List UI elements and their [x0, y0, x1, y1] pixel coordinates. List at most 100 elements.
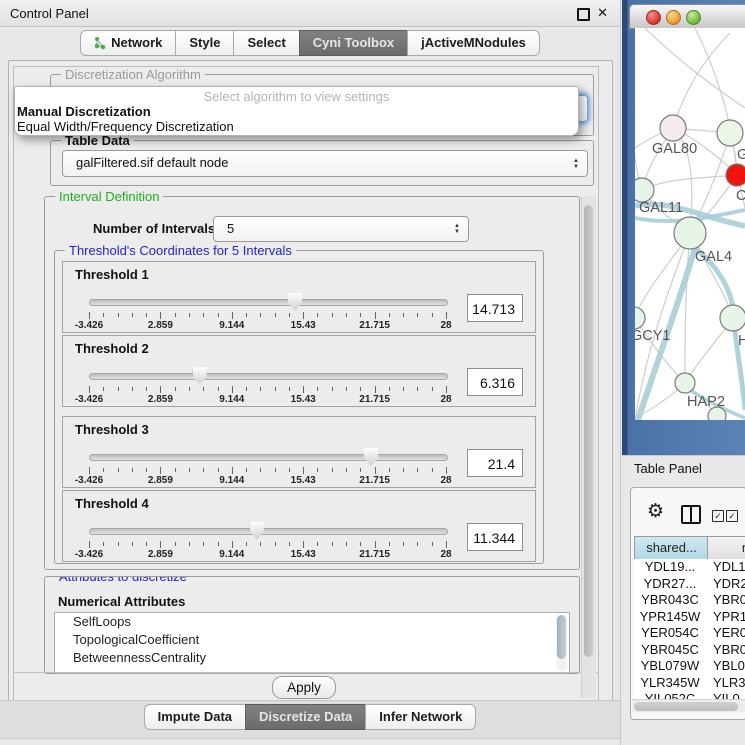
tab-cyni-toolbox[interactable]: Cyni Toolbox [299, 30, 408, 56]
slider-track[interactable] [89, 454, 448, 461]
slider-thumb[interactable] [250, 522, 264, 540]
tick [146, 542, 147, 546]
table-data-combobox[interactable]: galFiltered.sif default node ▲▼ [62, 150, 588, 177]
threshold-slider-2[interactable]: -3.4262.8599.14415.4321.71528 [89, 366, 446, 404]
tick [332, 542, 333, 546]
threshold-value-field[interactable]: 14.713 [467, 294, 523, 322]
tick [189, 542, 190, 546]
network-node-hap2[interactable] [675, 373, 695, 393]
table-rows: YDL19...YDL1YDR27...YDR2YBR043CYBR0YPR14… [634, 559, 745, 699]
slider-thumb[interactable] [288, 293, 302, 311]
table-row[interactable]: YBR043CYBR0 [634, 592, 745, 609]
list-scrollbar-thumb[interactable] [557, 615, 566, 659]
number-of-intervals-combobox[interactable]: 5 ▲▼ [213, 216, 469, 242]
threshold-value-field[interactable]: 11.344 [467, 523, 523, 551]
tab-select[interactable]: Select [233, 30, 299, 56]
network-node-h[interactable] [720, 305, 745, 331]
tick [160, 467, 161, 474]
tick-label: 15.43 [291, 475, 316, 486]
mac-minimize-button[interactable] [666, 10, 681, 25]
slider-thumb[interactable] [193, 367, 207, 385]
slider-track[interactable] [89, 528, 448, 535]
network-node-gcy1[interactable] [635, 307, 645, 329]
tick [289, 542, 290, 546]
tab-infer-network[interactable]: Infer Network [365, 704, 476, 730]
cell-name: YPR1 [713, 609, 745, 626]
tab-jactivemnodules[interactable]: jActiveMNodules [407, 30, 540, 56]
slider-ticks [89, 541, 446, 549]
mac-close-button[interactable] [646, 10, 661, 25]
horizontal-scrollbar[interactable] [632, 699, 745, 712]
tick [160, 312, 161, 319]
network-window-titlebar[interactable] [629, 4, 745, 29]
tick [218, 468, 219, 472]
panel-scrollbar-thumb[interactable] [584, 205, 593, 657]
slider-track[interactable] [89, 373, 448, 380]
column-header-name[interactable]: n [707, 536, 745, 560]
network-node-c[interactable] [726, 164, 745, 186]
tick [289, 387, 290, 391]
horizontal-scrollbar-thumb[interactable] [634, 702, 738, 711]
network-node-ga[interactable] [717, 120, 743, 146]
attributes-group-title: Attributes to discretize [55, 576, 191, 584]
checkbox-icon[interactable]: ✓ [726, 510, 738, 522]
tab-network[interactable]: Network [80, 30, 176, 56]
slider-track[interactable] [89, 299, 448, 306]
tab-style[interactable]: Style [175, 30, 234, 56]
apply-button[interactable]: Apply [272, 676, 336, 699]
tick [203, 542, 204, 546]
column-header-shared[interactable]: shared... [634, 536, 709, 560]
cell-shared-name: YLR345W [634, 675, 706, 692]
list-scrollbar[interactable] [556, 615, 567, 671]
table-row[interactable]: YBL079WYBL0 [634, 658, 745, 675]
dropdown-placeholder: Select algorithm to view settings [15, 87, 578, 104]
tab-impute-data[interactable]: Impute Data [144, 704, 246, 730]
gear-icon[interactable]: ⚙ [647, 500, 664, 523]
table-row[interactable]: YPR145WYPR1 [634, 609, 745, 626]
tab-discretize-data[interactable]: Discretize Data [245, 704, 366, 730]
threshold-value-field[interactable]: 21.4 [467, 449, 523, 477]
table-row[interactable]: YLR345WYLR3 [634, 675, 745, 692]
network-node-gal11[interactable] [635, 178, 654, 202]
table-row[interactable]: YDL19...YDL1 [634, 559, 745, 576]
tick [232, 467, 233, 474]
list-item-topologicalcoefficient[interactable]: TopologicalCoefficient [55, 631, 569, 649]
float-window-icon[interactable] [577, 8, 590, 21]
tick-label: -3.426 [75, 394, 103, 405]
panel-scrollbar[interactable] [581, 196, 596, 698]
column-view-icon[interactable] [681, 505, 701, 524]
table-row[interactable]: YDR27...YDR2 [634, 576, 745, 593]
threshold-value-field[interactable]: 6.316 [467, 368, 523, 396]
threshold-slider-1[interactable]: -3.4262.8599.14415.4321.71528 [89, 292, 446, 330]
mac-zoom-button[interactable] [686, 10, 701, 25]
dropdown-item-equal-width-frequency-discretization[interactable]: Equal Width/Frequency Discretization [15, 119, 578, 134]
tick-label: 9.144 [219, 320, 244, 331]
threshold-panel-2: Threshold 2-3.4262.8599.14415.4321.71528… [62, 335, 536, 407]
slider-thumb[interactable] [364, 448, 378, 466]
network-canvas[interactable]: GAL80GACGAL11GAL4GCY1HHAP2 [635, 28, 745, 420]
network-icon [94, 36, 106, 50]
tick [375, 467, 376, 474]
dropdown-item-manual-discretization[interactable]: Manual Discretization [15, 104, 578, 119]
tick [160, 541, 161, 548]
network-node-gal4[interactable] [674, 217, 706, 249]
tick [317, 468, 318, 472]
list-item-betweennesscentrality[interactable]: BetweennessCentrality [55, 649, 569, 667]
table-row[interactable]: YBR045CYBR0 [634, 642, 745, 659]
threshold-slider-3[interactable]: -3.4262.8599.14415.4321.71528 [89, 447, 446, 485]
tick [346, 468, 347, 472]
threshold-slider-4[interactable]: -3.4262.8599.14415.4321.71528 [89, 521, 446, 559]
top-tab-bar: NetworkStyleSelectCyni ToolboxjActiveMNo… [0, 30, 620, 58]
table-row[interactable]: YIL052CYIL0 [634, 691, 745, 699]
tick [275, 542, 276, 546]
numerical-attributes-list[interactable]: SelfLoopsTopologicalCoefficientBetweenne… [54, 612, 570, 674]
table-row[interactable]: YER054CYER0 [634, 625, 745, 642]
tick [360, 313, 361, 317]
network-node-gal80[interactable] [660, 115, 686, 141]
cell-name: YBL0 [713, 658, 745, 675]
tick-label: 9.144 [219, 549, 244, 560]
list-item-selfloops[interactable]: SelfLoops [55, 613, 569, 631]
close-icon[interactable]: ✕ [597, 5, 608, 21]
checkbox-icon[interactable]: ✓ [712, 510, 724, 522]
cell-shared-name: YBR045C [634, 642, 706, 659]
